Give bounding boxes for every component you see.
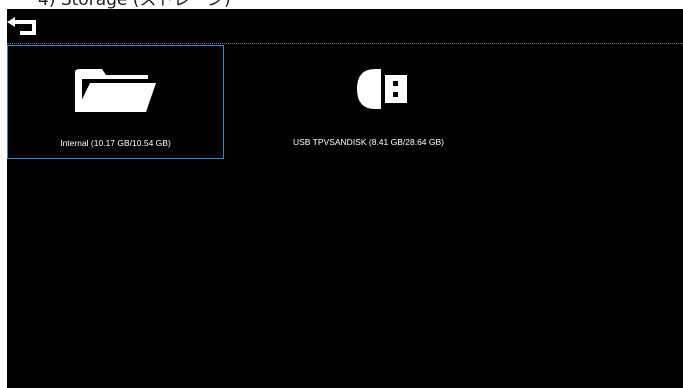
page-caption: 4) Storage (ストレージ) (38, 0, 231, 9)
storage-label-usb: USB TPVSANDISK (8.41 GB/28.64 GB) (292, 137, 445, 147)
back-arrow-icon (7, 17, 36, 35)
storage-screen: Internal (10.17 GB/10.54 GB) USB TPVSAND… (7, 9, 683, 388)
back-button[interactable] (7, 9, 47, 43)
storage-label-internal: Internal (10.17 GB/10.54 GB) (60, 138, 171, 148)
usb-drive-icon (317, 65, 421, 117)
folder-icon (72, 66, 160, 120)
storage-tile-usb[interactable]: USB TPVSANDISK (8.41 GB/28.64 GB) (260, 45, 477, 159)
page: 4) Storage (ストレージ) (0, 0, 683, 388)
top-bar (7, 9, 683, 44)
storage-tile-internal[interactable]: Internal (10.17 GB/10.54 GB) (7, 45, 224, 159)
